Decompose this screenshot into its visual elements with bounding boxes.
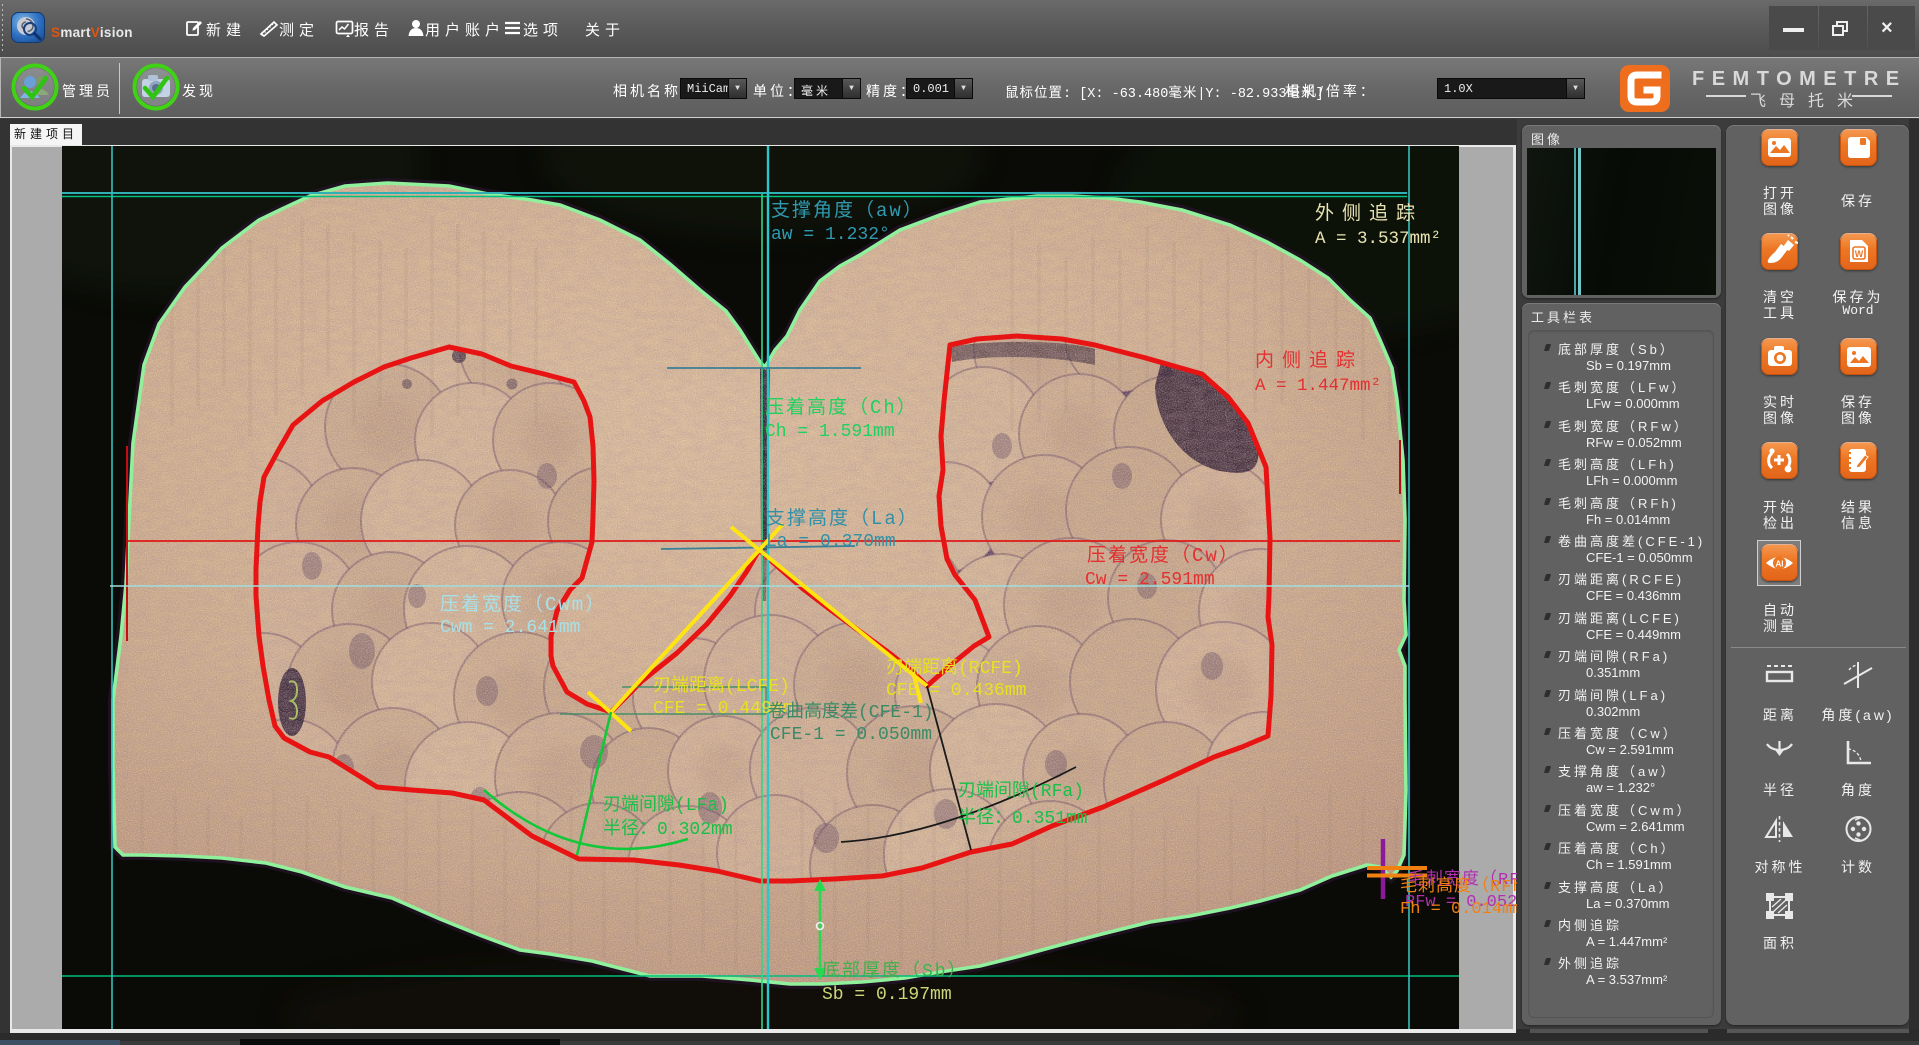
svg-text:A = 3.537mm²: A = 3.537mm² <box>1315 229 1441 249</box>
svg-text:支撑高度（La）: 支撑高度（La） <box>766 507 919 530</box>
svg-text:支撑角度（aw）: 支撑角度（aw） <box>771 199 924 222</box>
svg-text:刃端距离(LCFE): 刃端距离(LCFE) <box>653 675 790 697</box>
svg-text:刃端距离(RCFE): 刃端距离(RCFE) <box>886 657 1023 679</box>
svg-text:外侧追踪: 外侧追踪 <box>1315 202 1423 225</box>
svg-text:La = 0.370mm: La = 0.370mm <box>766 532 896 552</box>
svg-text:A = 1.447mm²: A = 1.447mm² <box>1255 376 1381 396</box>
svg-text:刃端间隙(RFa): 刃端间隙(RFa) <box>958 780 1084 802</box>
svg-text:半径：0.302mm: 半径：0.302mm <box>603 818 733 840</box>
svg-text:压着高度（Ch）: 压着高度（Ch） <box>765 396 918 419</box>
svg-text:卷曲高度差(CFE-1): 卷曲高度差(CFE-1) <box>768 701 934 723</box>
svg-text:Cwm = 2.641mm: Cwm = 2.641mm <box>440 618 580 638</box>
svg-text:压着宽度（Cwm）: 压着宽度（Cwm） <box>440 593 606 616</box>
svg-text:AI: AI <box>1776 560 1784 569</box>
svg-text:aw = 1.232°: aw = 1.232° <box>771 225 890 245</box>
svg-text:刃端间隙(LFa): 刃端间隙(LFa) <box>603 794 729 816</box>
svg-text:CFE-1 = 0.050mm: CFE-1 = 0.050mm <box>770 725 932 745</box>
svg-text:半径：0.351mm: 半径：0.351mm <box>958 807 1088 829</box>
svg-text:W: W <box>1855 249 1864 259</box>
svg-text:Sb = 0.197mm: Sb = 0.197mm <box>822 985 952 1005</box>
svg-text:Ch = 1.591mm: Ch = 1.591mm <box>765 422 895 442</box>
svg-text:Cw = 2.591mm: Cw = 2.591mm <box>1085 570 1215 590</box>
svg-text:底部厚度（Sb）: 底部厚度（Sb） <box>822 960 968 982</box>
svg-text:CFE = 0.436mm: CFE = 0.436mm <box>886 681 1026 701</box>
svg-text:内侧追踪: 内侧追踪 <box>1255 349 1363 372</box>
svg-text:Fh = 0.014mm: Fh = 0.014mm <box>1400 900 1522 919</box>
svg-text:压着宽度（Cw）: 压着宽度（Cw） <box>1087 544 1240 567</box>
